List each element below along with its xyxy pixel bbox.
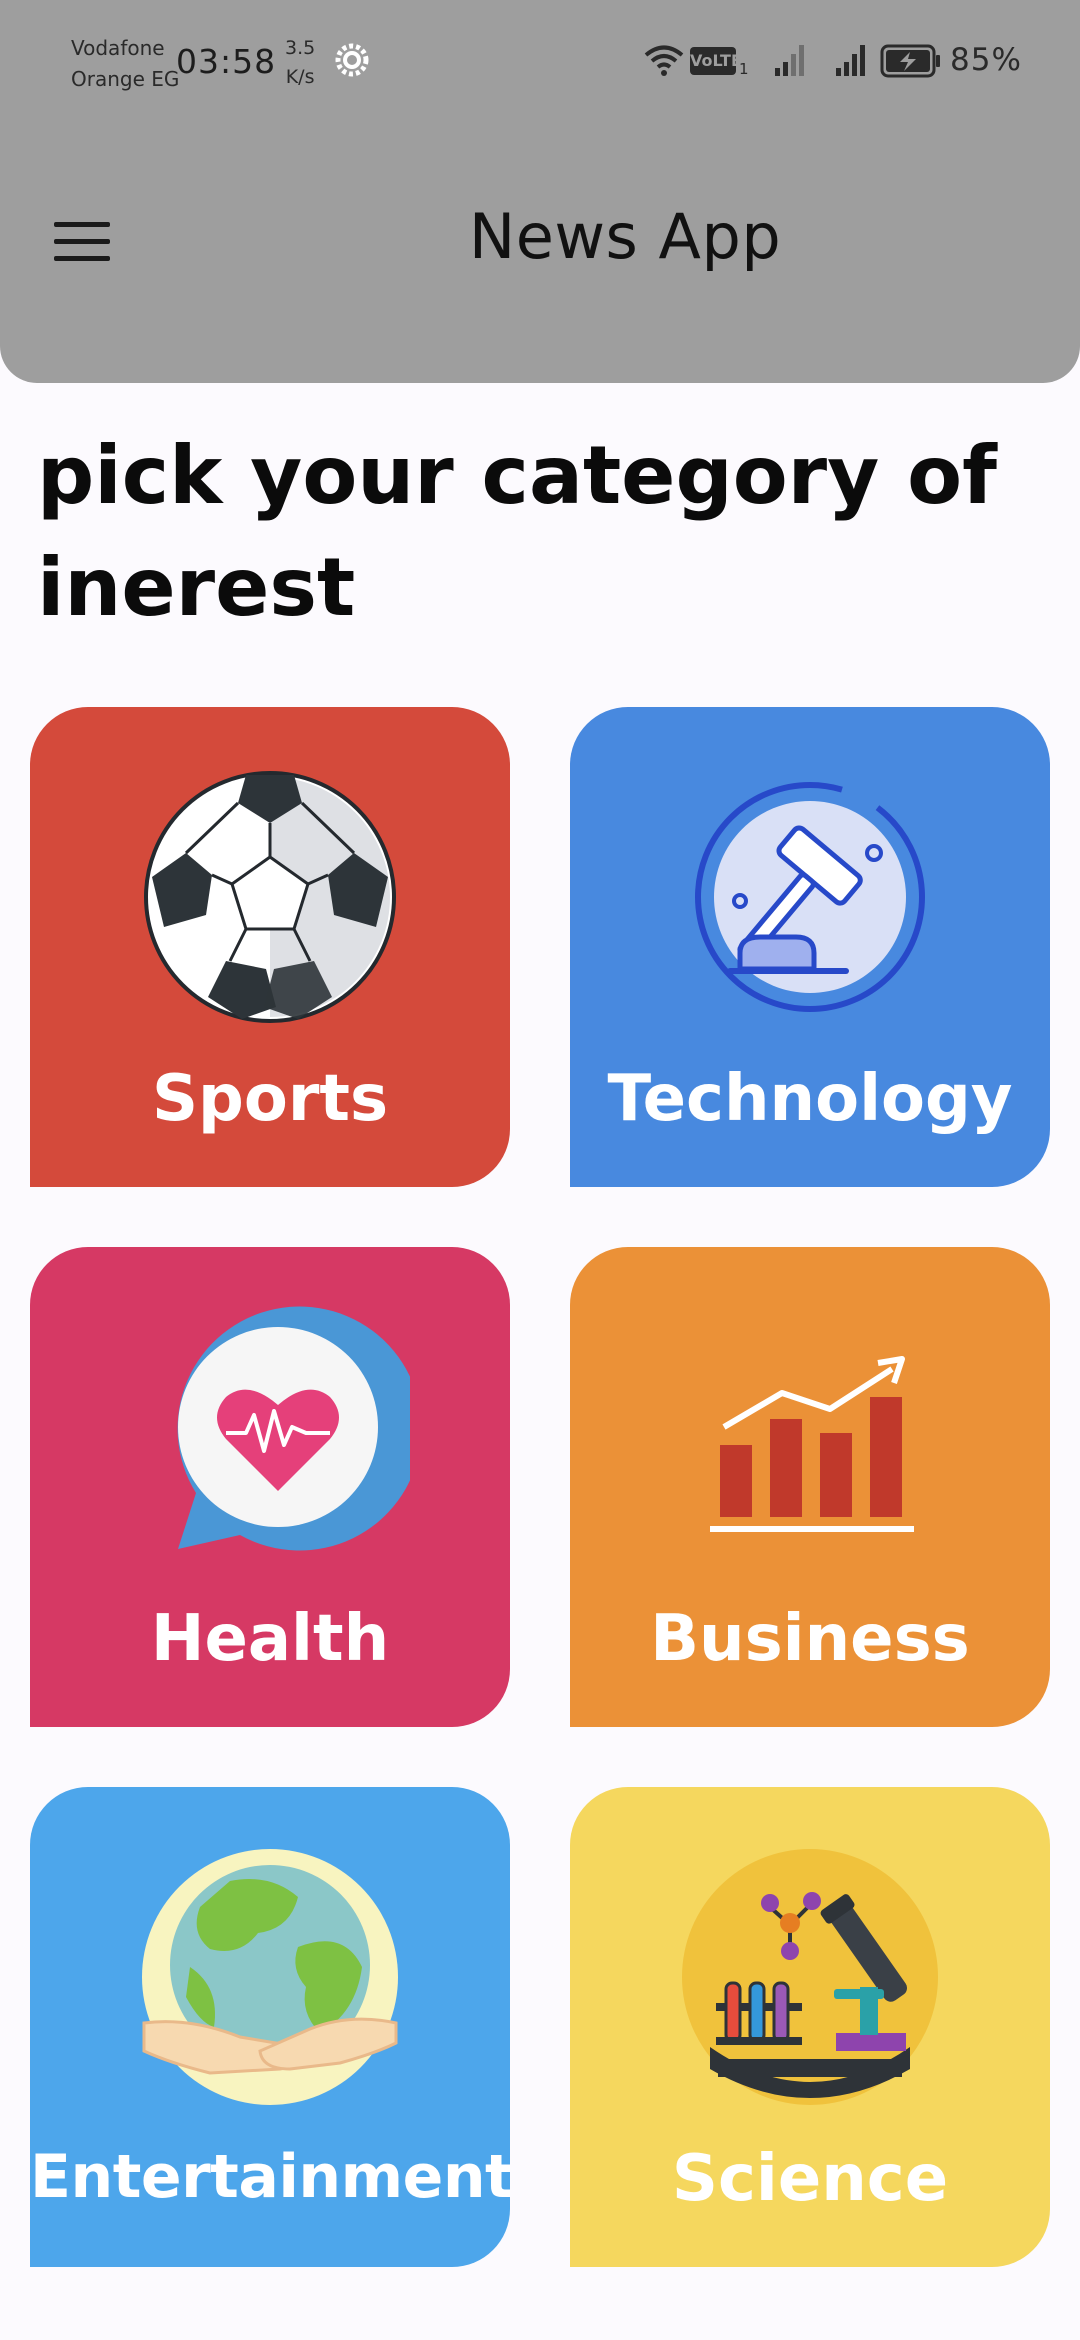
globe-hands-icon [142, 1849, 398, 2105]
status-time: 03:58 [176, 42, 277, 81]
hamburger-menu-icon[interactable] [54, 222, 112, 262]
gavel-icon [695, 782, 925, 1012]
battery-percent: 85% [950, 42, 1022, 78]
category-label-entertainment: Entertainment [30, 2142, 510, 2212]
bar-chart-icon [710, 1356, 914, 1532]
signal-icon-sim1 [775, 45, 804, 76]
category-label-sports: Sports [151, 1062, 389, 1136]
category-card-entertainment[interactable]: Entertainment [30, 1787, 510, 2267]
page-heading: pick your category of inerest [37, 429, 997, 634]
sim-number: 1 [739, 60, 749, 78]
status-bar: Vodafone Orange EG 03:58 3.5 K/s VoLTE 1 [0, 0, 1080, 120]
category-card-science[interactable]: Science [570, 1787, 1050, 2267]
carrier-line-2: Orange EG [71, 67, 180, 91]
app-root: Vodafone Orange EG 03:58 3.5 K/s VoLTE 1 [0, 0, 1080, 2340]
carrier-line-1: Vodafone [71, 36, 165, 60]
carrier-info: Vodafone Orange EG [71, 33, 179, 95]
category-label-health: Health [150, 1602, 390, 1676]
category-label-business: Business [650, 1602, 970, 1676]
network-speed: 3.5 K/s [285, 34, 315, 92]
category-card-sports[interactable]: Sports [30, 707, 510, 1187]
battery-charging-icon [880, 44, 940, 78]
category-card-business[interactable]: Business [570, 1247, 1050, 1727]
category-label-technology: Technology [607, 1062, 1013, 1136]
category-card-health[interactable]: Health [30, 1247, 510, 1727]
wifi-icon [644, 45, 684, 76]
network-speed-value: 3.5 [285, 37, 316, 59]
soccer-ball-icon [144, 771, 396, 1023]
volte-icon: VoLTE [690, 47, 742, 75]
gear-icon [335, 43, 369, 77]
heart-chat-icon [177, 1306, 410, 1551]
microscope-lab-icon [682, 1849, 938, 2105]
category-label-science: Science [671, 2142, 949, 2216]
app-bar: Vodafone Orange EG 03:58 3.5 K/s VoLTE 1 [0, 0, 1080, 383]
signal-icon-sim2 [836, 45, 865, 76]
category-card-technology[interactable]: Technology [570, 707, 1050, 1187]
network-speed-unit: K/s [285, 66, 315, 88]
app-title: News App [468, 200, 782, 273]
